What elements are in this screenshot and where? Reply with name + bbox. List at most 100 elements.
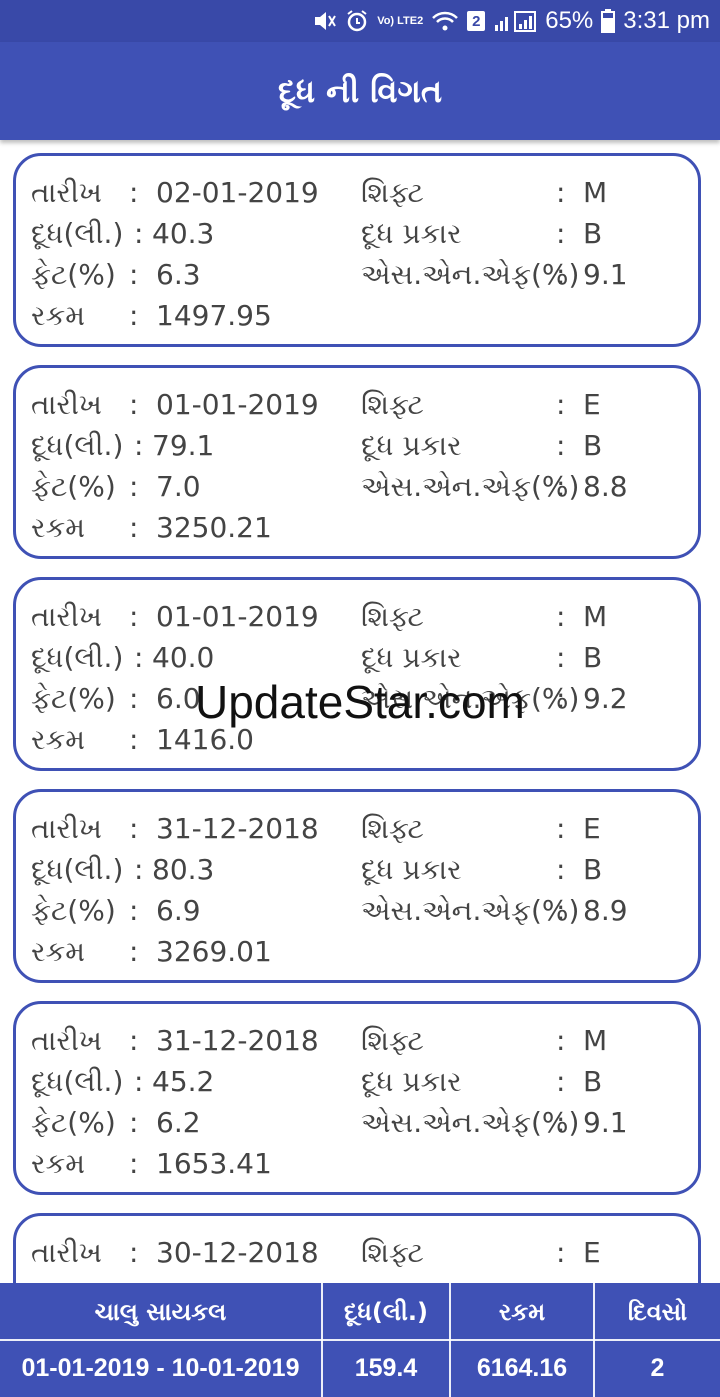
status-bar: Vo) LTE2 2 65% 3:31 pm: [0, 0, 720, 42]
milk-type-label: દૂધ પ્રકાર: [361, 1065, 462, 1098]
shift-value: M: [583, 600, 608, 633]
record-card[interactable]: તારીખ : 31-12-2018 શિફ્ટ : E દૂધ(લી.) : …: [13, 789, 701, 983]
colon: :: [129, 682, 139, 715]
divider: [321, 1283, 323, 1397]
colon: :: [556, 217, 566, 250]
wifi-icon: [431, 10, 459, 32]
colon: :: [556, 812, 566, 845]
divider: [593, 1283, 595, 1397]
milk-type-label: દૂધ પ્રકાર: [361, 641, 462, 674]
shift-value: M: [583, 1024, 608, 1057]
colon: :: [129, 1236, 139, 1269]
colon: :: [129, 470, 139, 503]
milk-label: દૂધ(લી.): [31, 1065, 124, 1098]
snf-label: એસ.એન.એફ(%): [361, 470, 580, 503]
colon: :: [129, 299, 139, 332]
amount-value: 3250.21: [156, 511, 272, 544]
shift-label: શિફ્ટ: [361, 1024, 424, 1057]
colon: :: [129, 388, 139, 421]
milk-value: 80.3: [152, 853, 215, 886]
app-bar: દૂધ ની વિગત: [0, 42, 720, 140]
milk-label: દૂધ(લી.): [31, 641, 124, 674]
snf-value: 8.9: [583, 894, 628, 927]
clock: 3:31 pm: [623, 7, 710, 34]
fat-label: ફેટ(%): [31, 1106, 116, 1139]
colon: :: [556, 1024, 566, 1057]
milk-value: 45.2: [152, 1065, 215, 1098]
snf-value: 9.1: [583, 1106, 628, 1139]
date-label: તારીખ: [31, 1024, 102, 1057]
snf-value: 8.8: [583, 470, 628, 503]
summary-header-milk: દૂધ(લી.): [344, 1297, 428, 1326]
colon: :: [134, 641, 144, 674]
milk-type-value: B: [583, 217, 603, 250]
record-card[interactable]: તારીખ : 30-12-2018 શિફ્ટ : E: [13, 1213, 701, 1283]
date-label: તારીખ: [31, 812, 102, 845]
colon: :: [129, 723, 139, 756]
record-card[interactable]: તારીખ : 01-01-2019 શિફ્ટ : E દૂધ(લી.) : …: [13, 365, 701, 559]
colon: :: [556, 682, 566, 715]
date-label: તારીખ: [31, 176, 102, 209]
page-title: દૂધ ની વિગત: [277, 71, 443, 110]
colon: :: [556, 258, 566, 291]
shift-label: શિફ્ટ: [361, 388, 424, 421]
amount-label: રકમ: [31, 511, 86, 544]
milk-label: દૂધ(લી.): [31, 217, 124, 250]
date-value: 02-01-2019: [156, 176, 319, 209]
summary-header-cycle: ચાલુ સાયકલ: [94, 1297, 227, 1326]
shift-label: શિફ્ટ: [361, 600, 424, 633]
shift-value: E: [583, 388, 601, 421]
shift-value: E: [583, 1236, 601, 1269]
record-card[interactable]: તારીખ : 02-01-2019 શિફ્ટ : M દૂધ(લી.) : …: [13, 153, 701, 347]
colon: :: [129, 511, 139, 544]
watermark: UpdateStar.com: [195, 676, 525, 728]
snf-value: 9.2: [583, 682, 628, 715]
summary-table: ચાલુ સાયકલ દૂધ(લી.) રકમ દિવસો 01-01-2019…: [0, 1283, 720, 1397]
milk-value: 40.0: [152, 641, 215, 674]
fat-value: 6.0: [156, 682, 201, 715]
date-label: તારીખ: [31, 388, 102, 421]
fat-label: ફેટ(%): [31, 682, 116, 715]
milk-label: દૂધ(લી.): [31, 429, 124, 462]
snf-label: એસ.એન.એફ(%): [361, 258, 580, 291]
colon: :: [556, 641, 566, 674]
colon: :: [556, 176, 566, 209]
colon: :: [134, 853, 144, 886]
record-card[interactable]: તારીખ : 31-12-2018 શિફ્ટ : M દૂધ(લી.) : …: [13, 1001, 701, 1195]
colon: :: [129, 176, 139, 209]
fat-value: 6.3: [156, 258, 201, 291]
colon: :: [134, 1065, 144, 1098]
milk-type-value: B: [583, 1065, 603, 1098]
divider: [0, 1339, 720, 1341]
milk-type-value: B: [583, 853, 603, 886]
colon: :: [556, 1236, 566, 1269]
record-card[interactable]: તારીખ : 01-01-2019 શિફ્ટ : M દૂધ(લી.) : …: [13, 577, 701, 771]
shift-label: શિફ્ટ: [361, 176, 424, 209]
date-label: તારીખ: [31, 1236, 102, 1269]
summary-header-days: દિવસો: [627, 1297, 688, 1326]
date-value: 31-12-2018: [156, 1024, 319, 1057]
summary-days-value: 2: [650, 1354, 665, 1382]
colon: :: [129, 894, 139, 927]
fat-value: 7.0: [156, 470, 201, 503]
snf-label: એસ.એન.એફ(%): [361, 894, 580, 927]
milk-type-label: દૂધ પ્રકાર: [361, 217, 462, 250]
colon: :: [129, 1024, 139, 1057]
alarm-icon: [345, 9, 369, 33]
date-label: તારીખ: [31, 600, 102, 633]
colon: :: [556, 894, 566, 927]
fat-label: ફેટ(%): [31, 470, 116, 503]
amount-value: 1497.95: [156, 299, 272, 332]
colon: :: [556, 1065, 566, 1098]
battery-icon: [601, 9, 616, 33]
summary-amount-value: 6164.16: [476, 1354, 568, 1382]
colon: :: [134, 217, 144, 250]
colon: :: [556, 388, 566, 421]
amount-value: 3269.01: [156, 935, 272, 968]
colon: :: [134, 429, 144, 462]
shift-label: શિફ્ટ: [361, 812, 424, 845]
divider: [449, 1283, 451, 1397]
colon: :: [129, 935, 139, 968]
shift-label: શિફ્ટ: [361, 1236, 424, 1269]
amount-label: રકમ: [31, 723, 86, 756]
